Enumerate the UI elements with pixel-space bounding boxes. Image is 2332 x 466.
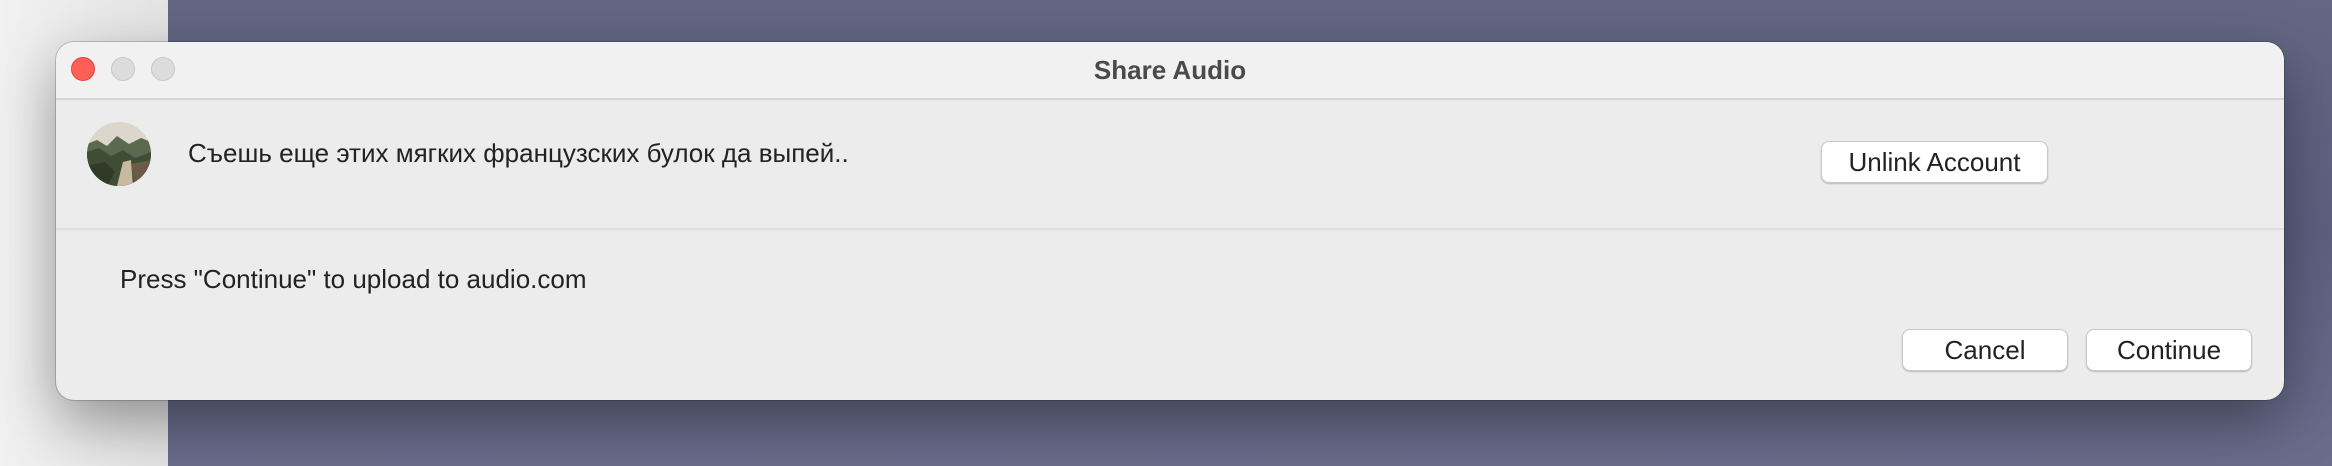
cancel-button[interactable]: Cancel [1902,329,2068,371]
avatar [87,122,151,186]
unlink-account-button[interactable]: Unlink Account [1821,141,2048,183]
share-audio-dialog: Share Audio Съешь еще этих мягких францу… [56,42,2284,400]
divider [56,228,2284,230]
upload-message: Press "Continue" to upload to audio.com [120,264,587,294]
title-bar: Share Audio [56,42,2284,100]
continue-button[interactable]: Continue [2086,329,2252,371]
window-title: Share Audio [1093,55,1247,85]
avatar-image [87,122,151,186]
account-name: Съешь еще этих мягких французских булок … [188,138,849,168]
